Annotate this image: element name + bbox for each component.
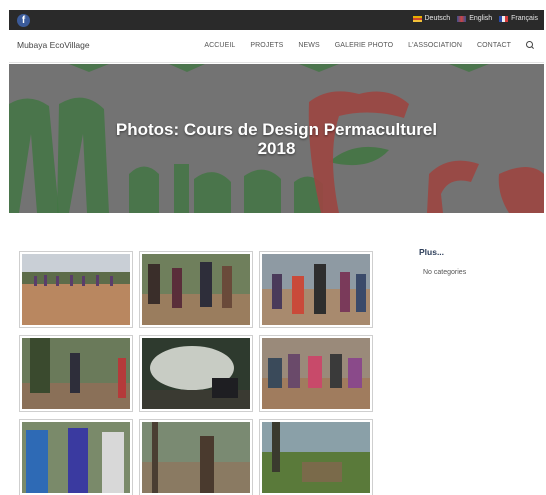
photo-trees (22, 338, 130, 409)
language-switcher: Deutsch English Français (412, 15, 538, 22)
page-title: Photos: Cours de Design Permaculturel 20… (9, 120, 544, 158)
lang-francais[interactable]: Français (499, 15, 538, 22)
nav-item-contact[interactable]: CONTACT (477, 42, 511, 49)
gallery-thumbnail[interactable] (139, 335, 253, 412)
nav-item-projets[interactable]: PROJETS (250, 42, 283, 49)
search-icon[interactable] (526, 41, 534, 49)
gallery-thumbnail[interactable] (259, 419, 373, 495)
nav-menu: ACCUEIL PROJETS NEWS GALERIE PHOTO L'ASS… (189, 41, 534, 49)
flag-fr-icon (499, 15, 509, 22)
page-title-line-1: Photos: Cours de Design Permaculturel (115, 120, 438, 139)
gallery-thumbnail[interactable] (259, 251, 373, 328)
hero-banner: Photos: Cours de Design Permaculturel 20… (9, 64, 544, 213)
nav-item-association[interactable]: L'ASSOCIATION (408, 42, 462, 49)
lang-english[interactable]: English (457, 15, 492, 22)
sidebar-title: Plus... (419, 247, 445, 257)
top-bar: f Deutsch English Français (9, 10, 544, 30)
gallery-thumbnail[interactable] (259, 335, 373, 412)
gallery-thumbnail[interactable] (139, 251, 253, 328)
page: f Deutsch English Français Mubaya EcoVil… (9, 10, 544, 495)
photo-seated-group (262, 338, 370, 409)
lang-label: Deutsch (424, 15, 451, 22)
nav-item-news[interactable]: NEWS (298, 42, 319, 49)
gallery-thumbnail[interactable] (19, 335, 133, 412)
main-nav: Mubaya EcoVillage ACCUEIL PROJETS NEWS G… (9, 30, 544, 63)
photo-garden (262, 422, 370, 493)
photo-people-closeup (22, 422, 130, 493)
lang-deutsch[interactable]: Deutsch (412, 15, 451, 22)
sidebar-empty-categories: No categories (423, 269, 467, 276)
lang-label: English (469, 15, 493, 22)
nav-item-galerie-photo[interactable]: GALERIE PHOTO (335, 42, 393, 49)
flag-de-icon (412, 15, 422, 22)
photo-man-in-bush (142, 422, 250, 493)
gallery-thumbnail[interactable] (19, 251, 133, 328)
photo-water-tank (142, 338, 250, 409)
lang-label: Français (511, 15, 538, 22)
page-title-line-2: 2018 (257, 139, 296, 158)
photo-group-field (22, 254, 130, 325)
nav-item-accueil[interactable]: ACCUEIL (204, 42, 235, 49)
gallery-thumbnail[interactable] (139, 419, 253, 495)
gallery-thumbnail[interactable] (19, 419, 133, 495)
flag-en-icon (457, 15, 467, 22)
photo-people-standing (142, 254, 250, 325)
site-brand[interactable]: Mubaya EcoVillage (17, 40, 90, 50)
photo-group-walking (262, 254, 370, 325)
facebook-icon[interactable]: f (17, 14, 30, 27)
